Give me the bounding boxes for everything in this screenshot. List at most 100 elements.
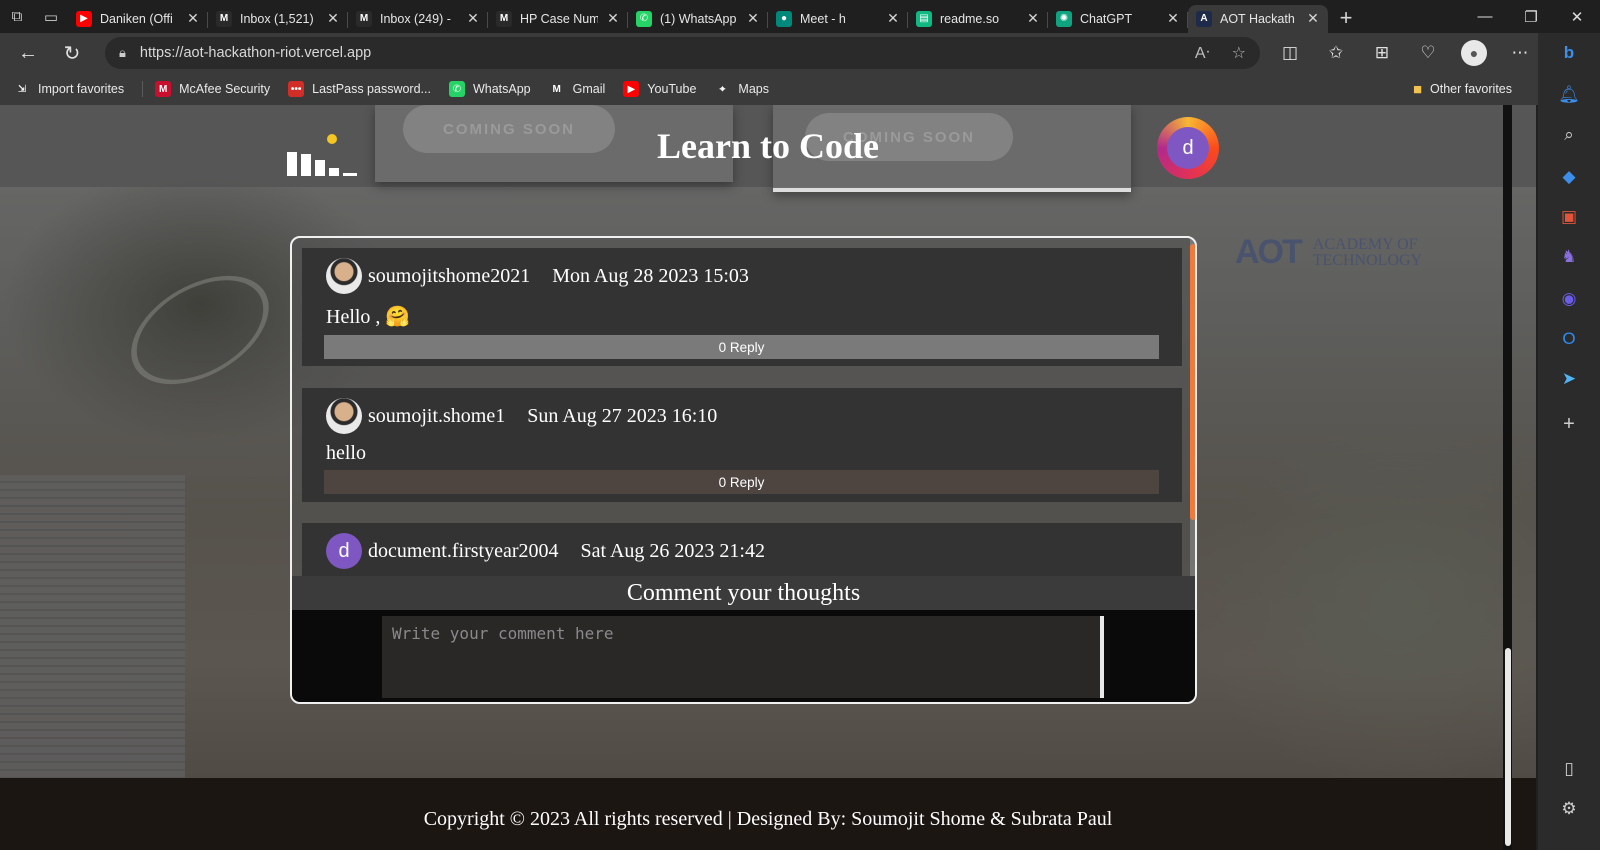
comment-list-scrollbar[interactable]	[1190, 238, 1195, 576]
gmail-icon: M	[216, 10, 232, 27]
close-tab-icon[interactable]: ✕	[1306, 10, 1320, 27]
split-screen-icon[interactable]: ◫	[1275, 38, 1305, 68]
footer-copyright: Copyright © 2023 All rights reserved | D…	[423, 808, 1113, 830]
comment-input[interactable]	[382, 616, 1104, 698]
import-icon: ⇲	[14, 81, 30, 97]
tab-title: ChatGPT	[1080, 11, 1133, 26]
notifications-icon[interactable]: 🔔︎	[1553, 79, 1585, 111]
tools-briefcase-icon[interactable]: ▣	[1553, 201, 1585, 233]
comment-text: hello	[326, 442, 366, 464]
bing-copilot-icon[interactable]: b	[1553, 37, 1585, 69]
chatgpt-icon: ✺	[1056, 10, 1072, 27]
new-tab-button[interactable]: +	[1330, 4, 1362, 32]
commenter-avatar	[326, 258, 362, 294]
browser-tab[interactable]: ▤ readme.so ✕	[908, 5, 1048, 33]
sidebar-settings-icon[interactable]: ⚙	[1553, 793, 1585, 825]
comment-username: soumojit.shome1	[368, 404, 506, 427]
comment-list-scroll-thumb[interactable]	[1190, 244, 1195, 520]
mcafee-icon: M	[155, 81, 172, 97]
search-icon[interactable]: ⌕	[1553, 119, 1585, 151]
meet-icon: ●	[776, 10, 792, 27]
comment-date: Mon Aug 28 2023 15:03	[552, 264, 749, 287]
microsoft365-icon[interactable]: ◉	[1553, 283, 1585, 315]
back-button[interactable]: ←	[8, 35, 48, 71]
aot-icon: A	[1196, 10, 1212, 27]
browser-tab[interactable]: ✆ (1) WhatsApp ✕	[628, 5, 768, 33]
favorite-item[interactable]: M Gmail	[548, 81, 605, 97]
comments-panel: soumojitshome2021 Mon Aug 28 2023 15:03 …	[290, 236, 1197, 704]
profile-avatar[interactable]: ●	[1459, 38, 1489, 68]
maps-icon: ⌖	[714, 81, 731, 97]
favorite-item[interactable]: ▶ YouTube	[623, 81, 696, 97]
favorite-item[interactable]: ⇲ Import favorites	[14, 81, 124, 97]
comment-list[interactable]: soumojitshome2021 Mon Aug 28 2023 15:03 …	[292, 238, 1195, 576]
browser-tab[interactable]: ● Meet - h ✕	[768, 5, 908, 33]
tab-list: ▶ Daniken (Offi ✕ M Inbox (1,521) ✕ M Inbox (24…	[68, 1, 1328, 33]
close-tab-icon[interactable]: ✕	[746, 10, 760, 27]
refresh-button[interactable]: ↻	[52, 35, 92, 71]
tab-actions-icon[interactable]: ▭	[34, 0, 68, 33]
profile-icon: ●	[1461, 40, 1487, 66]
favorite-item[interactable]: ••• LastPass password...	[288, 81, 431, 97]
reply-button[interactable]: 0 Reply	[324, 470, 1159, 494]
tab-title: Daniken (Offi	[100, 11, 173, 26]
user-avatar[interactable]: d	[1157, 117, 1219, 179]
minimize-button[interactable]: —	[1462, 0, 1508, 33]
favorite-star-icon[interactable]: ☆	[1232, 43, 1246, 63]
close-tab-icon[interactable]: ✕	[886, 10, 900, 27]
outlook-icon[interactable]: O	[1553, 323, 1585, 355]
favorite-label: LastPass password...	[312, 82, 431, 96]
browser-tab[interactable]: M HP Case Num ✕	[488, 5, 628, 33]
window-controls: — ❐ ✕	[1462, 0, 1600, 33]
close-tab-icon[interactable]: ✕	[326, 10, 340, 27]
close-tab-icon[interactable]: ✕	[1166, 10, 1180, 27]
comment-text: Hello , 🤗	[326, 306, 411, 328]
favorite-item[interactable]: M McAfee Security	[155, 81, 270, 97]
browser-tab[interactable]: ✺ ChatGPT ✕	[1048, 5, 1188, 33]
address-bar-row: ← ↻ 🔒︎ https://aot-hackathon-riot.vercel…	[0, 33, 1600, 73]
add-sidebar-app-icon[interactable]: +	[1553, 408, 1585, 440]
comment-header: d document.firstyear2004 Sat Aug 26 2023…	[326, 533, 765, 569]
close-tab-icon[interactable]: ✕	[186, 10, 200, 27]
games-icon[interactable]: ♞	[1553, 241, 1585, 273]
close-tab-icon[interactable]: ✕	[1026, 10, 1040, 27]
favorite-label: Import favorites	[38, 82, 125, 96]
workspaces-icon[interactable]: ⧉	[0, 0, 34, 33]
collections-icon[interactable]: ⊞	[1367, 38, 1397, 68]
settings-more-icon[interactable]: ⋯	[1505, 38, 1535, 68]
reply-button[interactable]: 0 Reply	[324, 335, 1159, 359]
favorites-icon[interactable]: ✩	[1321, 38, 1351, 68]
restore-button[interactable]: ❐	[1508, 0, 1554, 33]
browser-tab[interactable]: ▶ Daniken (Offi ✕	[68, 5, 208, 33]
edge-sidebar: b 🔔︎ ⌕ ◆ ▣ ♞ ◉ O ➤ + ▯ ⚙	[1538, 33, 1600, 850]
toolbar-icons: ◫ ✩ ⊞ ♡ ● ⋯	[1275, 33, 1535, 73]
url-field[interactable]: 🔒︎ https://aot-hackathon-riot.vercel.app…	[105, 37, 1260, 69]
favorites-list: ⇲ Import favorites M McAfee Security ••• Last…	[14, 81, 787, 97]
send-icon[interactable]: ➤	[1553, 363, 1585, 395]
shopping-tag-icon[interactable]: ◆	[1553, 161, 1585, 193]
page-scroll-thumb[interactable]	[1505, 648, 1511, 846]
close-tab-icon[interactable]: ✕	[606, 10, 620, 27]
browser-tab[interactable]: A AOT Hackath ✕	[1188, 4, 1328, 33]
browser-essentials-icon[interactable]: ♡	[1413, 38, 1443, 68]
aot-brand-watermark: AOT ACADEMY OF TECHNOLOGY	[1235, 233, 1422, 272]
commenter-avatar: d	[326, 533, 362, 569]
page-footer: Copyright © 2023 All rights reserved | D…	[0, 778, 1536, 850]
favorite-item[interactable]: ⌖ Maps	[714, 81, 769, 97]
close-window-button[interactable]: ✕	[1554, 0, 1600, 33]
favorite-item[interactable]: ✆ WhatsApp	[448, 81, 531, 97]
hide-sidebar-icon[interactable]: ▯	[1553, 753, 1585, 785]
comment-card: soumojit.shome1 Sun Aug 27 2023 16:10 he…	[302, 388, 1182, 502]
browser-tab[interactable]: M Inbox (249) - ✕	[348, 5, 488, 33]
browser-tab[interactable]: M Inbox (1,521) ✕	[208, 5, 348, 33]
read-aloud-icon[interactable]: Aᐧ	[1195, 43, 1210, 63]
comment-header: soumojitshome2021 Mon Aug 28 2023 15:03	[326, 258, 749, 294]
close-tab-icon[interactable]: ✕	[466, 10, 480, 27]
page-viewport: AOT ACADEMY OF TECHNOLOGY COMING SOON CO…	[0, 105, 1536, 850]
gmail-icon: M	[548, 81, 565, 97]
tab-title: readme.so	[940, 11, 1000, 26]
other-favorites[interactable]: ■ Other favorites	[1413, 81, 1512, 98]
page-scrollbar[interactable]	[1503, 105, 1512, 850]
comment-username: soumojitshome2021	[368, 264, 531, 287]
comment-form-heading: Comment your thoughts	[292, 576, 1195, 610]
